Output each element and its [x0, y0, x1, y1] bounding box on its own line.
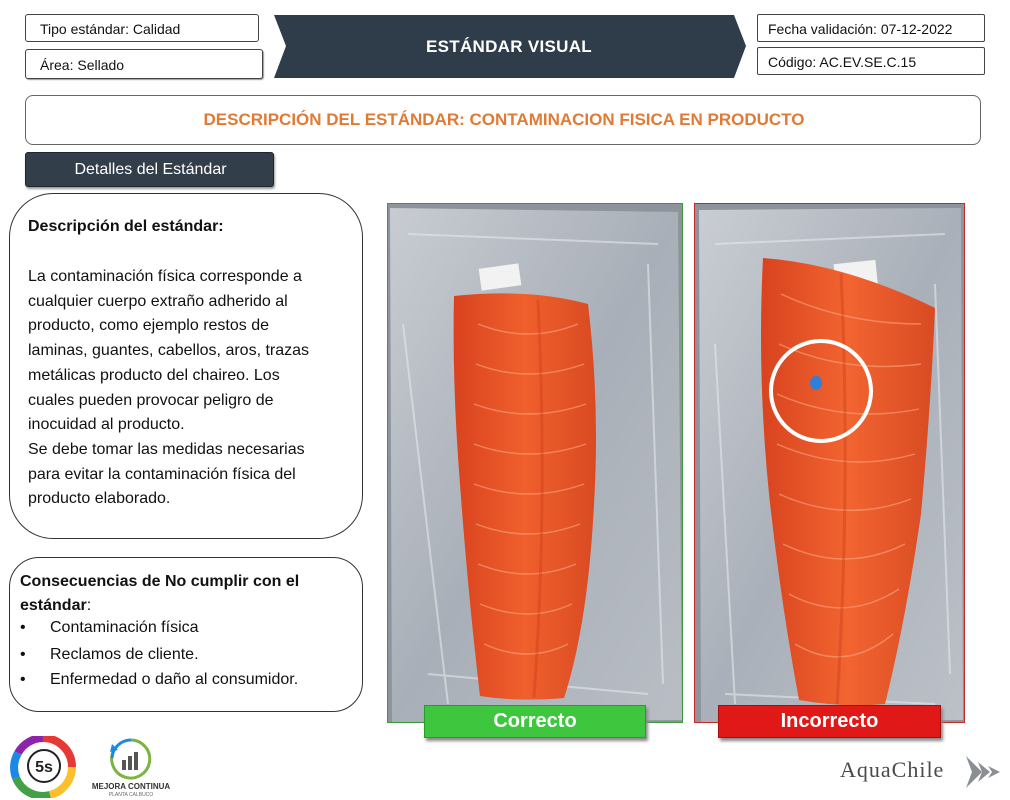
description-body: La contaminación física corresponde a cu…	[28, 265, 356, 512]
correct-photo	[387, 203, 683, 723]
description-line: metálicas producto del chaireo. Los	[28, 366, 280, 384]
five-s-logo: 5s	[10, 734, 76, 800]
incorrect-photo	[694, 203, 965, 723]
description-line: Se debe tomar las medidas necesarias	[28, 440, 305, 458]
consequences-panel: Consecuencias de No cumplir con el están…	[9, 557, 363, 712]
description-line: cuales pueden provocar peligro de	[28, 391, 274, 409]
description-line: laminas, guantes, cabellos, aros, trazas	[28, 342, 310, 360]
standard-type-box: Tipo estándar: Calidad	[25, 14, 259, 42]
details-tab-label: Detalles del Estándar	[74, 161, 227, 178]
consequences-heading-line1: Consecuencias de No cumplir con el	[20, 573, 300, 590]
description-line: inocuidad al producto.	[28, 416, 185, 434]
details-tab: Detalles del Estándar	[25, 152, 274, 187]
aquachile-brand: AquaChile	[840, 757, 945, 782]
code-label: Código: AC.EV.SE.C.15	[768, 54, 917, 70]
description-line: La contaminación física corresponde a	[28, 268, 302, 285]
mejora-continua-logo: MEJORA CONTINUA PLANTA CALBUCO	[88, 736, 174, 798]
page-title: ESTÁNDAR VISUAL	[425, 37, 592, 56]
correct-label: Correcto	[424, 705, 646, 738]
description-panel: Descripción del estándar: La contaminaci…	[9, 193, 363, 539]
consequences-heading: Consecuencias de No cumplir con el están…	[20, 570, 350, 618]
description-line: producto elaborado.	[28, 490, 171, 508]
validation-date-box: Fecha validación: 07-12-2022	[757, 14, 985, 42]
consequences-heading-line2: estándar	[20, 597, 87, 614]
incorrect-label: Incorrecto	[718, 705, 941, 738]
area-label: Área: Sellado	[40, 57, 125, 73]
consequence-text: Contaminación física	[50, 619, 199, 636]
description-line: para evitar la contaminación física del	[28, 465, 296, 483]
aquachile-mark-icon	[966, 756, 1000, 788]
consequences-heading-colon: :	[86, 597, 92, 614]
title-banner: ESTÁNDAR VISUAL	[272, 15, 746, 78]
bullet-icon: •	[20, 646, 26, 663]
standard-description-title: DESCRIPCIÓN DEL ESTÁNDAR: CONTAMINACION …	[203, 110, 805, 129]
mejora-continua-text: MEJORA CONTINUA	[91, 782, 171, 791]
description-heading: Descripción del estándar:	[28, 218, 224, 235]
five-s-text: 5s	[35, 759, 53, 776]
bullet-icon: •	[20, 619, 26, 636]
area-box: Área: Sellado	[25, 49, 263, 79]
standard-type-label: Tipo estándar: Calidad	[40, 21, 181, 37]
mejora-continua-subtext: PLANTA CALBUCO	[108, 792, 154, 798]
validation-date-label: Fecha validación: 07-12-2022	[768, 21, 953, 37]
contaminant-spot	[810, 376, 822, 390]
standard-description-bar: DESCRIPCIÓN DEL ESTÁNDAR: CONTAMINACION …	[25, 95, 981, 145]
description-line: cualquier cuerpo extraño adherido al	[28, 292, 288, 310]
consequence-text: Reclamos de cliente.	[50, 646, 199, 663]
consequence-text: Enfermedad o daño al consumidor.	[50, 671, 299, 688]
bullet-icon: •	[20, 671, 26, 688]
code-box: Código: AC.EV.SE.C.15	[757, 47, 985, 75]
description-line: producto, como ejemplo restos de	[28, 317, 270, 335]
